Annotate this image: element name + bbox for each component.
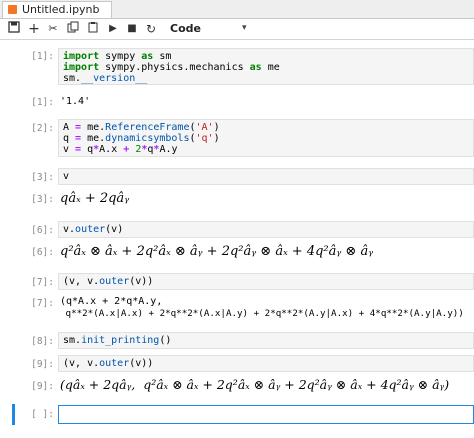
- code-line: sm.__version__: [63, 73, 148, 84]
- code-input[interactable]: (v, v.outer(v)): [58, 355, 474, 372]
- chevron-down-icon[interactable]: ▾: [242, 23, 247, 33]
- cell-output-line: (q*A.x + 2*q*A.y,: [60, 296, 163, 307]
- in-prompt: [ ]:: [31, 409, 54, 420]
- stop-icon[interactable]: ■: [124, 21, 140, 37]
- code-input[interactable]: sm.init_printing(): [58, 332, 474, 349]
- code-line: q = me.dynamicsymbols('q'): [63, 133, 220, 144]
- in-prompt: [8]:: [31, 336, 54, 347]
- code-line: import sympy as sm: [63, 51, 172, 62]
- tab-title: Untitled.ipynb: [22, 3, 100, 16]
- add-cell-icon[interactable]: +: [26, 21, 42, 37]
- code-line: v.outer(v): [63, 224, 124, 235]
- in-prompt: [1]:: [31, 51, 54, 62]
- in-prompt: [3]:: [31, 172, 54, 183]
- notebook-tab[interactable]: Untitled.ipynb: [2, 1, 112, 18]
- out-prompt: [1]:: [31, 97, 54, 108]
- code-input[interactable]: v: [58, 168, 474, 185]
- active-code-input[interactable]: [58, 405, 474, 424]
- math-output: (qâₓ + 2qâᵧ, q²âₓ ⊗ âₓ + 2q²âₓ ⊗ âᵧ + 2q…: [60, 377, 450, 392]
- copy-icon[interactable]: [65, 21, 81, 37]
- code-input[interactable]: v.outer(v): [58, 221, 474, 238]
- in-prompt: [2]:: [31, 123, 54, 134]
- in-prompt: [6]:: [31, 225, 54, 236]
- notebook-icon: [8, 5, 17, 14]
- code-line: import sympy.physics.mechanics as me: [63, 62, 280, 73]
- code-line: sm.init_printing(): [63, 335, 172, 346]
- out-prompt: [6]:: [31, 247, 54, 258]
- math-output: qâₓ + 2qâᵧ: [60, 191, 130, 206]
- code-line: v = q*A.x + 2*q*A.y: [63, 144, 178, 155]
- run-icon[interactable]: ▶: [105, 21, 121, 37]
- tab-bar: Untitled.ipynb: [0, 0, 474, 19]
- cell-output-line: q**2*(A.x|A.x) + 2*q**2*(A.x|A.y) + 2*q*…: [60, 308, 464, 319]
- code-input[interactable]: (v, v.outer(v)): [58, 273, 474, 290]
- code-input[interactable]: import sympy as sm import sympy.physics.…: [58, 48, 474, 85]
- out-prompt: [9]:: [31, 381, 54, 392]
- cut-icon[interactable]: ✂: [45, 21, 61, 37]
- code-line: (v, v.outer(v)): [63, 276, 154, 287]
- out-prompt: [7]:: [31, 298, 54, 309]
- paste-icon[interactable]: [85, 21, 101, 37]
- code-input[interactable]: A = me.ReferenceFrame('A') q = me.dynami…: [58, 119, 474, 157]
- code-line: v: [63, 171, 70, 182]
- notebook-toolbar: + ✂ ▶ ■ ↻ Code ▾: [0, 19, 474, 40]
- in-prompt: [7]:: [31, 277, 54, 288]
- out-prompt: [3]:: [31, 194, 54, 205]
- code-line: A = me.ReferenceFrame('A'): [63, 122, 220, 133]
- code-line: (v, v.outer(v)): [63, 358, 154, 369]
- math-output: q²âₓ ⊗ âₓ + 2q²âₓ ⊗ âᵧ + 2q²âᵧ ⊗ âₓ + 4q…: [60, 244, 374, 259]
- cell-type-select[interactable]: Code: [170, 22, 201, 35]
- restart-icon[interactable]: ↻: [143, 21, 159, 37]
- in-prompt: [9]:: [31, 359, 54, 370]
- cell-output: '1.4': [60, 96, 91, 107]
- save-icon[interactable]: [6, 21, 22, 37]
